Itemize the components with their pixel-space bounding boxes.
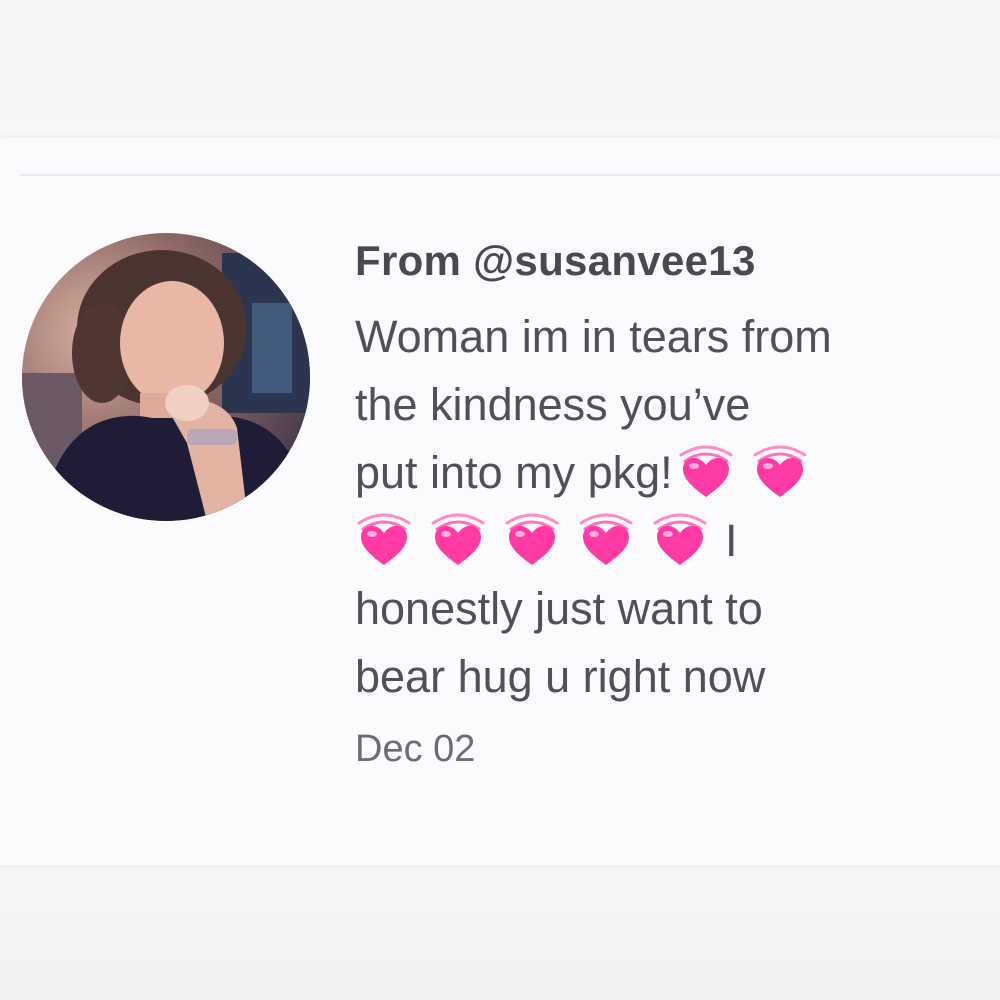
comment-author[interactable]: From @susanvee13 bbox=[355, 233, 975, 289]
growing-heart-icon bbox=[677, 443, 735, 501]
message-line: put into my pkg! bbox=[355, 439, 975, 507]
page: From @susanvee13 Woman im in tears from … bbox=[0, 0, 1000, 1000]
message-text: I bbox=[725, 515, 738, 566]
message-line: bear hug u right now bbox=[355, 651, 766, 702]
message-line: I bbox=[355, 507, 975, 575]
growing-heart-icon bbox=[577, 511, 635, 569]
message-line: honestly just want to bbox=[355, 583, 763, 634]
message-text: put into my pkg! bbox=[355, 447, 673, 498]
growing-heart-icon bbox=[651, 511, 709, 569]
growing-heart-icon bbox=[429, 511, 487, 569]
message-line: the kindness you’ve bbox=[355, 379, 751, 430]
divider bbox=[20, 174, 1000, 176]
comment-content: From @susanvee13 Woman im in tears from … bbox=[355, 233, 975, 775]
avatar[interactable] bbox=[22, 233, 310, 521]
growing-heart-icon bbox=[751, 443, 809, 501]
comment-date: Dec 02 bbox=[355, 728, 476, 770]
avatar-photo bbox=[22, 233, 310, 521]
comment-message: Woman im in tears from the kindness you’… bbox=[355, 303, 975, 711]
message-line: Woman im in tears from bbox=[355, 311, 832, 362]
growing-heart-icon bbox=[355, 511, 413, 569]
comment-card[interactable]: From @susanvee13 Woman im in tears from … bbox=[0, 138, 1000, 865]
growing-heart-icon bbox=[503, 511, 561, 569]
